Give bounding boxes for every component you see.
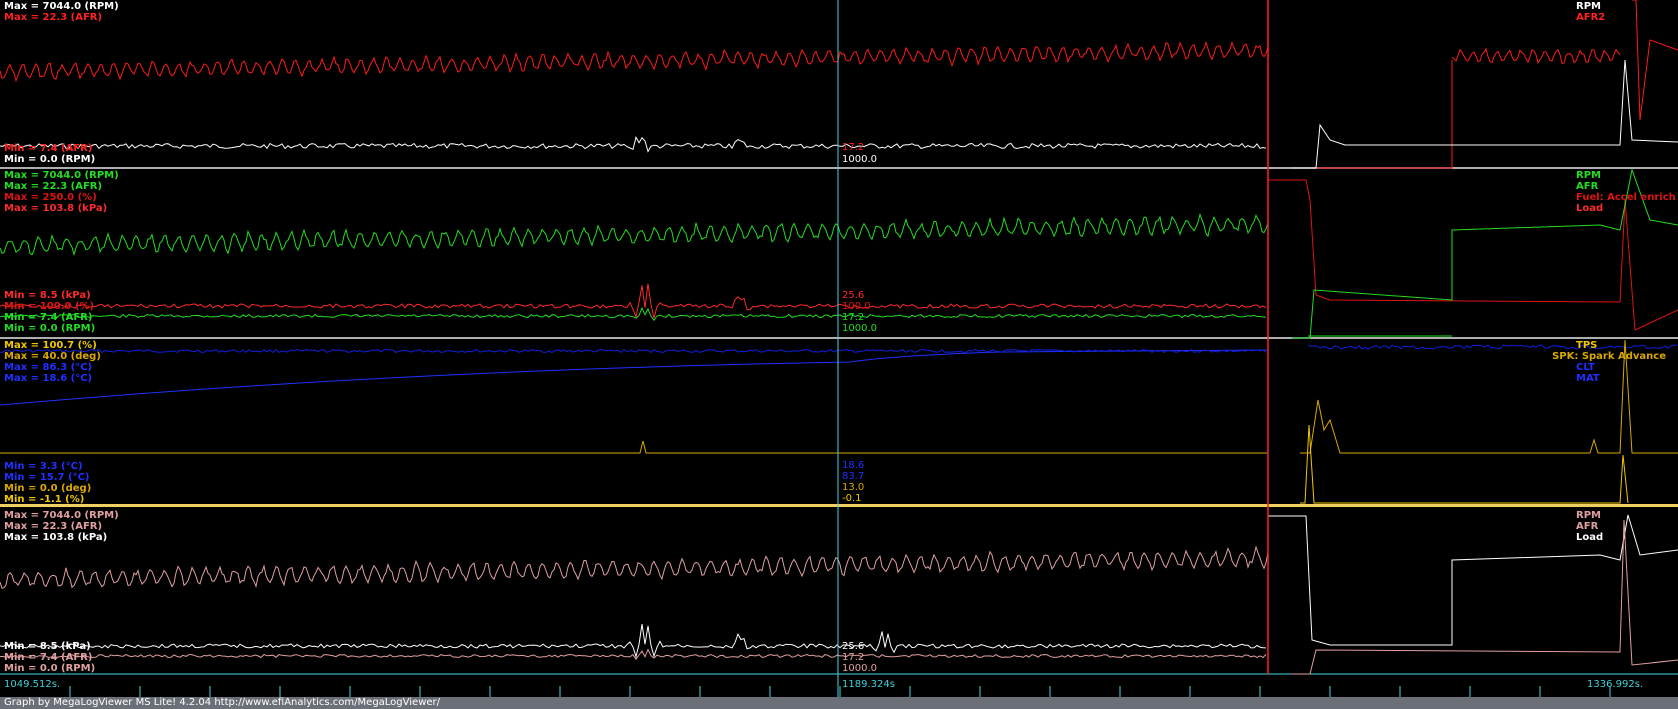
panel2-max-afr: Max = 22.3 (AFR) [4,181,103,192]
panel4-cursor-rpm: 1000.0 [842,663,877,674]
panel1-min-rpm: Min = 0.0 (RPM) [4,154,96,165]
panel2-cursor-load: 25.6 [842,290,865,301]
panel3-clt-trace-right [1307,344,1677,350]
panel4-rpm-trace [0,648,1267,661]
panel4-min-load: Min = 8.5 (kPa) [4,641,91,652]
panel1-afr2-spike [1632,0,1678,121]
panel4-legend-rpm[interactable]: RPM [1576,510,1601,521]
log-graph-area[interactable] [0,0,1678,697]
panel3-legend-clt[interactable]: CLT [1576,362,1595,373]
panel1-cursor-afr: 17.2 [842,142,865,153]
panel2-min-load: Min = 8.5 (kPa) [4,290,91,301]
panel4-afr-trace [0,545,1269,589]
panel3-cursor-tps: -0.1 [842,493,862,504]
panel3-legend-tps[interactable]: TPS [1576,340,1597,351]
panel2-legend-load[interactable]: Load [1576,203,1603,214]
panel3-cursor-mat: 83.7 [842,471,865,482]
panel1-cursor-rpm: 1000.0 [842,154,877,165]
panel3-min-tps: Min = -1.1 (%) [4,494,85,505]
panel2-afr-trace [0,212,1269,257]
panel2-min-accel: Min = 100.0 (%) [4,301,95,312]
panel3-max-clt: Max = 86.3 (°C) [4,362,93,373]
panel2-max-accel: Max = 250.0 (%) [4,192,97,203]
panel1-rpm-right [1292,59,1678,169]
panel3-mat-trace [0,349,1269,406]
panel2-legend-afr[interactable]: AFR [1576,181,1598,192]
panel2-max-rpm: Max = 7044.0 (RPM) [4,170,119,181]
panel3-min-mat: Min = 15.7 (°C) [4,472,90,483]
status-bar: Graph by MegaLogViewer MS Lite! 4.2.04 h… [0,697,1678,709]
panel4-load-trace [0,624,1267,659]
panel1-afr2-step [1308,60,1453,169]
panel4-legend-load[interactable]: Load [1576,532,1603,543]
panel4-cursor-load: 25.6 [842,641,865,652]
panel2-min-rpm: Min = 0.0 (RPM) [4,323,96,334]
panel4-cursor-afr: 17.2 [842,652,865,663]
panel3-max-tps: Max = 100.7 (%) [4,340,97,351]
time-end-label: 1336.992s. [1587,679,1644,690]
panel4-min-afr: Min = 7.4 (AFR) [4,652,93,663]
panel1-max-afr: Max = 22.3 (AFR) [4,12,103,23]
panel2-cursor-afr: 17.2 [842,312,865,323]
panel3-cursor-clt: 18.6 [842,460,865,471]
tps-baseline-band [0,504,1678,507]
panel2-cursor-accel: 100.0 [842,301,871,312]
panel3-cursor-spk: 13.0 [842,482,865,493]
panel4-load-right [1268,514,1678,646]
panel2-legend-accel-enrich[interactable]: Fuel: Accel enrich [1576,192,1676,203]
panel4-rpm-right [1292,519,1678,675]
panel2-legend-rpm[interactable]: RPM [1576,170,1601,181]
panel2-min-afr: Min = 7.4 (AFR) [4,312,93,323]
panel3-max-mat: Max = 18.6 (°C) [4,373,93,384]
panel2-load-trace [0,283,1267,319]
panel2-cursor-rpm: 1000.0 [842,323,877,334]
panel3-min-spk: Min = 0.0 (deg) [4,483,92,494]
panel1-legend-afr2[interactable]: AFR2 [1576,12,1605,23]
panel1-min-afr: Min = 7.4 (AFR) [4,143,93,154]
panel3-legend-spark-advance[interactable]: SPK: Spark Advance [1552,351,1666,362]
panel1-afr2-trace [0,41,1269,83]
panel1-afr2-trace-right [1451,47,1621,65]
panel3-min-clt: Min = 3.3 (°C) [4,461,83,472]
panel3-spk-trace [0,440,1268,454]
panel2-max-load: Max = 103.8 (kPa) [4,203,108,214]
panel3-max-spk: Max = 40.0 (deg) [4,351,101,362]
panel1-max-rpm: Max = 7044.0 (RPM) [4,1,119,12]
time-cursor-label: 1189.324s [842,679,895,690]
log-plot[interactable] [0,0,1678,697]
panel3-tps-right [1300,424,1629,504]
panel4-max-afr: Max = 22.3 (AFR) [4,521,103,532]
panel4-max-rpm: Max = 7044.0 (RPM) [4,510,119,521]
panel4-max-load: Max = 103.8 (kPa) [4,532,108,543]
time-start-label: 1049.512s. [4,679,61,690]
panel4-legend-afr[interactable]: AFR [1576,521,1598,532]
status-text: Graph by MegaLogViewer MS Lite! 4.2.04 h… [4,697,441,708]
panel3-legend-mat[interactable]: MAT [1576,373,1600,384]
panel1-legend-rpm[interactable]: RPM [1576,1,1601,12]
panel4-min-rpm: Min = 0.0 (RPM) [4,663,96,674]
panel1-rpm-trace [0,135,1267,153]
